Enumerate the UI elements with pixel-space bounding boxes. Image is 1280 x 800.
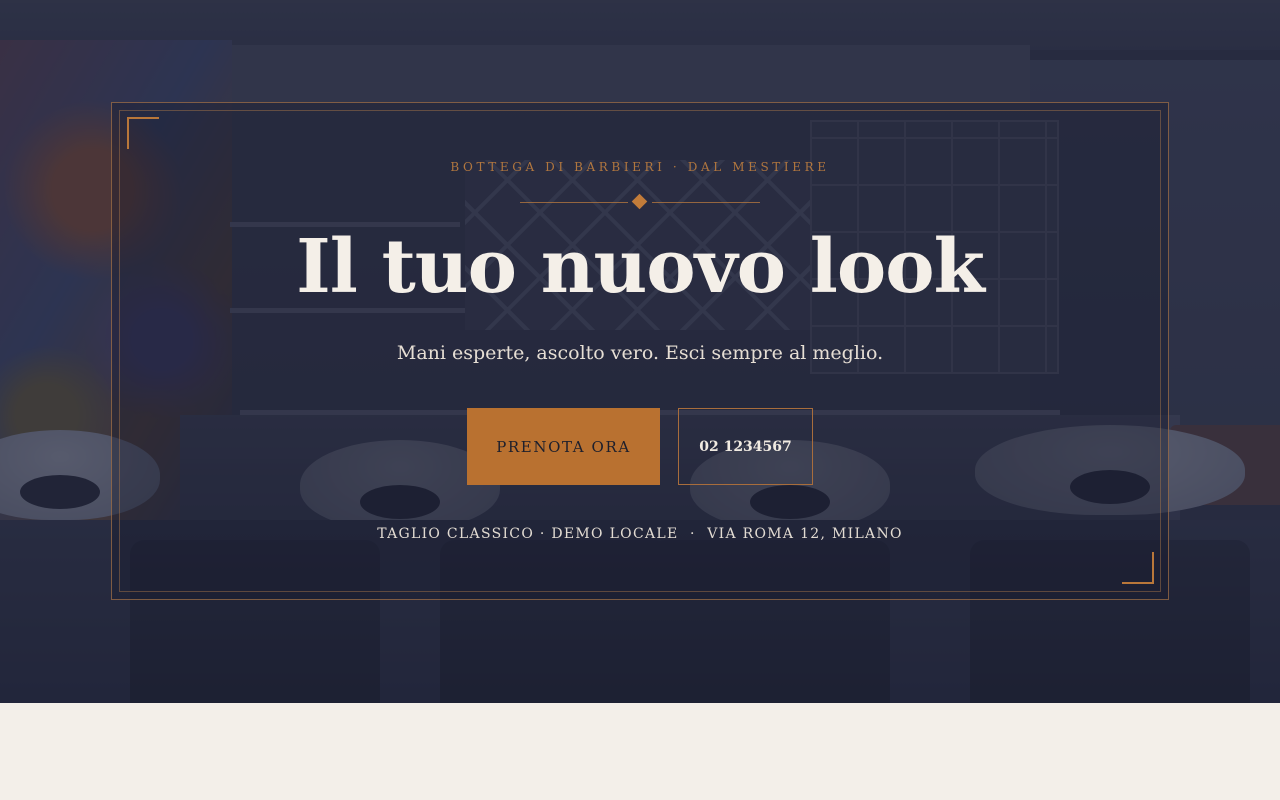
next-section: [0, 703, 1280, 800]
book-now-button[interactable]: PRENOTA ORA: [467, 408, 660, 485]
info-separator: ·: [534, 526, 552, 542]
corner-bracket-icon: [1122, 552, 1154, 584]
hero-kicker: BOTTEGA DI BARBIERI · DAL MESTIERE: [450, 160, 830, 174]
divider-line-left: [520, 202, 628, 203]
info-service: TAGLIO CLASSICO: [377, 526, 535, 542]
hero-headline: Il tuo nuovo look: [296, 224, 985, 310]
hero-info-line: TAGLIO CLASSICO · DEMO LOCALE · VIA ROMA…: [0, 526, 1280, 542]
info-location-label: DEMO LOCALE: [551, 526, 679, 542]
corner-bracket-icon: [127, 117, 159, 149]
info-separator: ·: [678, 526, 708, 542]
phone-button[interactable]: 02 1234567: [678, 408, 813, 485]
hero-subline: Mani esperte, ascolto vero. Esci sempre …: [396, 342, 884, 364]
info-address: VIA ROMA 12, MILANO: [707, 526, 903, 542]
hero-section: BOTTEGA DI BARBIERI · DAL MESTIERE Il tu…: [0, 0, 1280, 703]
divider-line-right: [652, 202, 760, 203]
